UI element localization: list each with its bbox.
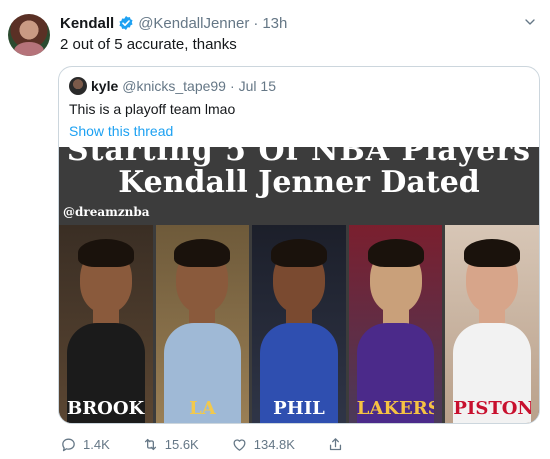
jersey-text: LAKERS [356, 398, 435, 419]
like-icon [233, 439, 246, 451]
chevron-down-icon[interactable] [522, 14, 538, 30]
player-jersey: BROOKLYN [67, 323, 145, 423]
player-hair [77, 239, 134, 267]
quoted-handle: @knicks_tape99 [122, 78, 226, 94]
separator-dot: · [253, 14, 259, 32]
like-button[interactable]: 134.8K [231, 436, 295, 453]
jersey-text: PISTONS [453, 398, 531, 419]
image-title: Kendall Jenner Dated [118, 165, 480, 200]
quoted-tweet-header: kyle @knicks_tape99 · Jul 15 [69, 77, 276, 95]
player-photo: LA [155, 225, 250, 423]
player-hair [464, 239, 521, 267]
retweet-button[interactable]: 15.6K [142, 436, 199, 453]
quoted-tweet-text: This is a playoff team lmao [69, 101, 236, 117]
jersey-text: BROOKLYN [67, 398, 145, 419]
show-thread-link[interactable]: Show this thread [69, 123, 173, 139]
retweet-icon [144, 438, 156, 451]
quoted-tweet[interactable]: kyle @knicks_tape99 · Jul 15 This is a p… [58, 66, 540, 424]
player-photo: PISTONS [445, 225, 539, 423]
jersey-text: PHIL [273, 398, 325, 419]
quoted-avatar [69, 77, 87, 95]
player-hair [270, 239, 327, 267]
player-photo: BROOKLYN [59, 225, 153, 423]
tweet[interactable]: Kendall @KendallJenner · 13h 2 out of 5 … [0, 0, 550, 459]
image-watermark: @dreamznba [63, 205, 150, 219]
reply-count: 1.4K [83, 437, 110, 452]
tweet-header: Kendall @KendallJenner · 13h [60, 13, 287, 33]
timestamp[interactable]: 13h [262, 15, 287, 32]
retweet-count: 15.6K [164, 437, 199, 452]
share-icon [329, 438, 342, 451]
jersey-text: LA [189, 398, 216, 419]
display-name[interactable]: Kendall [60, 15, 114, 32]
player-jersey: PHIL [260, 323, 338, 423]
share-button[interactable] [327, 436, 344, 453]
tweet-text: 2 out of 5 accurate, thanks [60, 36, 237, 53]
player-photo: LAKERS [348, 225, 443, 423]
tweet-actions: 1.4K 15.6K 134.8K [60, 436, 376, 453]
player-photo: PHIL [252, 225, 346, 423]
avatar-shoulders [14, 42, 44, 56]
player-jersey: LA [163, 323, 242, 423]
player-jersey: LAKERS [356, 323, 435, 423]
reply-icon [62, 438, 75, 452]
player-jersey: PISTONS [453, 323, 531, 423]
reply-button[interactable]: 1.4K [60, 436, 110, 453]
quoted-separator-dot: · [229, 78, 235, 94]
player-hair [174, 239, 231, 267]
player-hair [367, 239, 424, 267]
player-photo-row: BROOKLYN LA PHIL [59, 225, 539, 423]
like-count: 134.8K [253, 437, 295, 452]
quoted-media-image[interactable]: Starting 5 Of NBA Players Kendall Jenner… [59, 147, 539, 423]
verified-badge-icon [119, 16, 133, 30]
quoted-display-name: kyle [91, 78, 119, 94]
handle[interactable]: @KendallJenner [138, 15, 249, 32]
avatar[interactable] [8, 14, 50, 56]
quoted-timestamp: Jul 15 [238, 78, 276, 94]
